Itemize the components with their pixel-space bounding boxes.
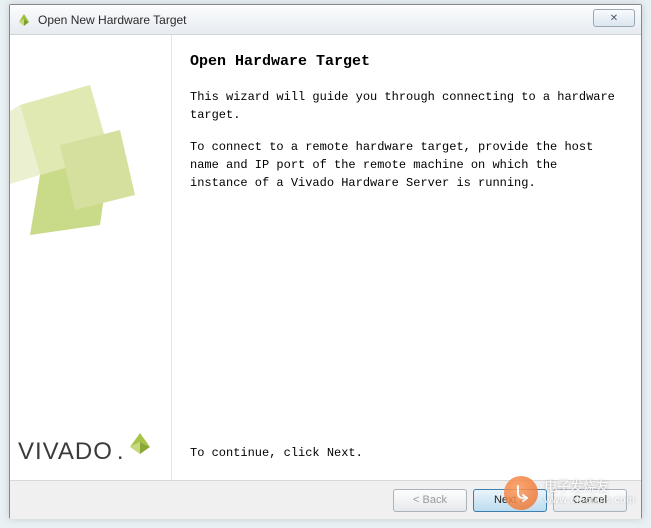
decorative-art [10, 75, 160, 295]
close-button[interactable]: ✕ [593, 9, 635, 27]
detail-text: To connect to a remote hardware target, … [190, 138, 619, 192]
dialog-window: Open New Hardware Target ✕ VIVADO . [9, 4, 642, 519]
cancel-button-label: Cancel [573, 494, 607, 506]
dialog-body: VIVADO . Open Hardware Target This wizar… [10, 35, 641, 480]
titlebar[interactable]: Open New Hardware Target ✕ [10, 5, 641, 35]
app-icon [16, 12, 32, 28]
back-button-label: < Back [413, 494, 447, 506]
brand: VIVADO . [18, 438, 154, 466]
cancel-button[interactable]: Cancel [553, 489, 627, 512]
brand-name: VIVADO [18, 438, 113, 466]
brand-dot: . [117, 438, 124, 466]
content-panel: Open Hardware Target This wizard will gu… [172, 35, 641, 480]
back-button: < Back [393, 489, 467, 512]
next-button-label: Next > [494, 494, 526, 506]
brand-icon [126, 429, 154, 457]
next-button[interactable]: Next > [473, 489, 547, 512]
continue-text: To continue, click Next. [190, 446, 619, 460]
window-title: Open New Hardware Target [38, 13, 187, 27]
button-bar: < Back Next > Cancel [10, 480, 641, 519]
close-icon: ✕ [610, 13, 618, 24]
side-panel: VIVADO . [10, 35, 172, 480]
intro-text: This wizard will guide you through conne… [190, 88, 619, 124]
page-title: Open Hardware Target [190, 53, 619, 70]
